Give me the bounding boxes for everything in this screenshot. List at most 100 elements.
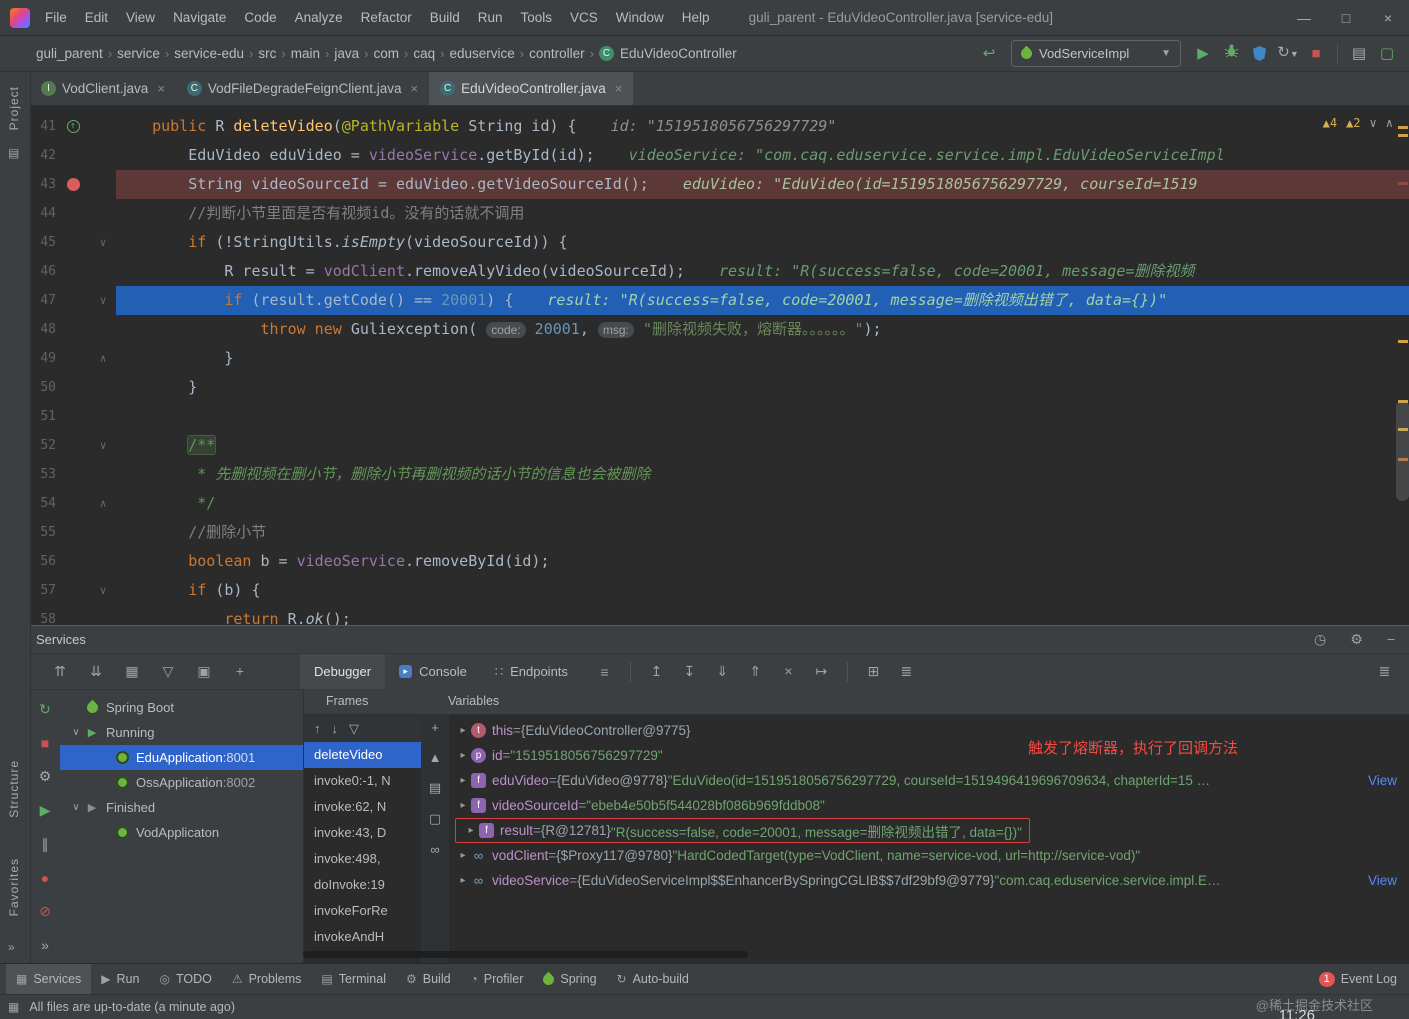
coverage-icon[interactable]: [1253, 46, 1266, 61]
statusbar-item-profiler[interactable]: ◔ Profiler: [461, 964, 534, 995]
variable-row-videosourceid[interactable]: ▸ f videoSourceId = "ebeb4e50b5f544028bf08…: [449, 793, 1409, 818]
debug-tab-console[interactable]: ▸ Console: [385, 654, 481, 689]
breadcrumb-item-caq[interactable]: caq: [411, 46, 437, 61]
menu-navigate[interactable]: Navigate: [164, 0, 235, 35]
project-structure-icon[interactable]: ▤: [1345, 41, 1373, 67]
chevron-down-icon[interactable]: ∨: [68, 727, 84, 738]
filter-icon[interactable]: ▽: [150, 663, 186, 680]
tab-vodfiledegradefeignclient.java[interactable]: C VodFileDegradeFeignClient.java ×: [176, 72, 429, 105]
code-text[interactable]: }: [116, 373, 1409, 402]
debug-button[interactable]: [1217, 41, 1245, 67]
menu-refactor[interactable]: Refactor: [352, 0, 421, 35]
expand-icon[interactable]: ▸: [455, 800, 471, 811]
collapse-all-icon[interactable]: ⇊: [78, 663, 114, 680]
close-icon[interactable]: ×: [1367, 0, 1409, 36]
rerun-icon[interactable]: ↻: [39, 701, 51, 718]
breadcrumb-item-eduvideocontroller[interactable]: EduVideoController: [618, 46, 739, 61]
more-icon[interactable]: »: [41, 937, 49, 953]
frame-row[interactable]: invoke0:-1, N: [304, 768, 421, 794]
code-text[interactable]: }: [116, 344, 1409, 373]
menu-file[interactable]: File: [36, 0, 76, 35]
code-text[interactable]: EduVideo eduVideo = videoService.getById…: [116, 141, 1409, 170]
breadcrumb-item-com[interactable]: com: [371, 46, 401, 61]
statusbar-item-problems[interactable]: ⚠ Problems: [222, 964, 312, 995]
editor-scrollbar[interactable]: [1396, 401, 1409, 501]
build-icon[interactable]: ⚙: [39, 768, 52, 785]
group-icon[interactable]: ▦: [114, 663, 150, 680]
override-method-icon[interactable]: ↑: [66, 120, 80, 133]
expand-icon[interactable]: ▸: [463, 825, 479, 836]
fold-icon[interactable]: ∨: [90, 576, 116, 605]
menu-view[interactable]: View: [117, 0, 164, 35]
warning-stripe-mark[interactable]: [1398, 134, 1408, 137]
resume-icon[interactable]: ▶: [40, 802, 51, 819]
menu-vcs[interactable]: VCS: [561, 0, 607, 35]
variable-row-eduvideo[interactable]: ▸ f eduVideo = {EduVideo@9778} "EduVideo(i…: [449, 768, 1409, 793]
code-text[interactable]: [116, 402, 1409, 431]
tree-item-vodapplicaton[interactable]: VodApplicaton: [60, 820, 303, 845]
stop-button[interactable]: ■: [1302, 41, 1330, 67]
code-text[interactable]: throw new Guliexception( code: 20001, ms…: [116, 315, 1409, 344]
update-app-icon[interactable]: ↥: [640, 663, 673, 680]
statusbar-item-run[interactable]: ▶ Run: [91, 964, 149, 995]
add-icon[interactable]: +: [222, 663, 258, 680]
menu-window[interactable]: Window: [607, 0, 673, 35]
screen-share-icon[interactable]: ▢: [1373, 41, 1401, 67]
minimize-icon[interactable]: —: [1283, 0, 1325, 36]
code-text[interactable]: * 先删视频在删小节，删除小节再删视频的话小节的信息也会被删除: [116, 460, 1409, 489]
statusbar-item-todo[interactable]: ◎ TODO: [149, 964, 221, 995]
menu-run[interactable]: Run: [469, 0, 512, 35]
run-button[interactable]: ▶: [1189, 41, 1217, 67]
code-editor[interactable]: 41 ↑ public R deleteVideo(@PathVariable S…: [30, 106, 1409, 625]
preview-icon[interactable]: ▣: [186, 663, 222, 680]
code-text[interactable]: if (b) {: [116, 576, 1409, 605]
gear-icon[interactable]: ⚙: [1350, 631, 1363, 648]
warning-stripe-mark[interactable]: [1398, 340, 1408, 343]
breadcrumb-item-guli_parent[interactable]: guli_parent: [34, 46, 105, 61]
back-arrow-icon[interactable]: ↩: [975, 41, 1003, 67]
frames-filter-icon[interactable]: ▽: [349, 721, 359, 737]
window-layout-icon[interactable]: ▦: [8, 1000, 19, 1014]
code-text[interactable]: if (result.getCode() == 20001) {result: …: [116, 286, 1409, 315]
breakpoint-icon[interactable]: [66, 178, 80, 191]
add-icon[interactable]: +: [431, 720, 439, 735]
code-text[interactable]: if (!StringUtils.isEmpty(videoSourceId))…: [116, 228, 1409, 257]
view-link[interactable]: View: [1363, 873, 1397, 888]
breadcrumb-item-service-edu[interactable]: service-edu: [172, 46, 246, 61]
tree-item-eduapplication[interactable]: EduApplication :8001: [60, 745, 303, 770]
chevron-down-icon[interactable]: ∨: [1370, 116, 1377, 130]
detach-icon[interactable]: ⇑: [739, 663, 772, 680]
frame-row[interactable]: invokeForRe: [304, 898, 421, 924]
snapshot-icon[interactable]: ▢: [429, 811, 441, 827]
expand-icon[interactable]: ▸: [455, 750, 471, 761]
code-text[interactable]: //删除小节: [116, 518, 1409, 547]
tab-vodclient.java[interactable]: I VodClient.java ×: [30, 72, 176, 105]
stripe-structure[interactable]: Structure: [7, 760, 21, 818]
menu-help[interactable]: Help: [673, 0, 719, 35]
stripe-favorites[interactable]: Favorites: [7, 858, 21, 916]
menu-code[interactable]: Code: [235, 0, 285, 35]
fold-icon[interactable]: ∧: [90, 489, 116, 518]
tree-item-finished[interactable]: ∨ ▶ Finished: [60, 795, 303, 820]
variable-row-result[interactable]: ▸ f result = {R@12781} "R(success=false, c…: [449, 818, 1409, 843]
dump-icon[interactable]: ↧: [673, 663, 706, 680]
code-text[interactable]: /**: [116, 431, 1409, 460]
breakpoint-stripe-mark[interactable]: [1398, 182, 1408, 185]
fold-icon[interactable]: ∨: [90, 431, 116, 460]
attach-icon[interactable]: ⇓: [706, 663, 739, 680]
stop-circle-icon[interactable]: ●: [41, 870, 49, 886]
statusbar-item-terminal[interactable]: ▤ Terminal: [311, 964, 396, 995]
expand-icon[interactable]: ▸: [455, 850, 471, 861]
chevron-up-icon[interactable]: ∧: [1386, 116, 1393, 130]
code-text[interactable]: public R deleteVideo(@PathVariable Strin…: [116, 112, 1409, 141]
frame-row[interactable]: invoke:498,: [304, 846, 421, 872]
event-log-button[interactable]: Event Log: [1341, 972, 1397, 986]
frame-row[interactable]: doInvoke:19: [304, 872, 421, 898]
breadcrumb-item-eduservice[interactable]: eduservice: [447, 46, 516, 61]
code-text[interactable]: R result = vodClient.removeAlyVideo(vide…: [116, 257, 1409, 286]
close-icon[interactable]: ×: [615, 81, 623, 96]
variable-row-id[interactable]: ▸ p id = "1519518056756297729": [449, 743, 1409, 768]
stop-icon[interactable]: ■: [41, 735, 49, 751]
breadcrumb-item-src[interactable]: src: [256, 46, 278, 61]
debug-tab-debugger[interactable]: Debugger: [300, 654, 386, 689]
